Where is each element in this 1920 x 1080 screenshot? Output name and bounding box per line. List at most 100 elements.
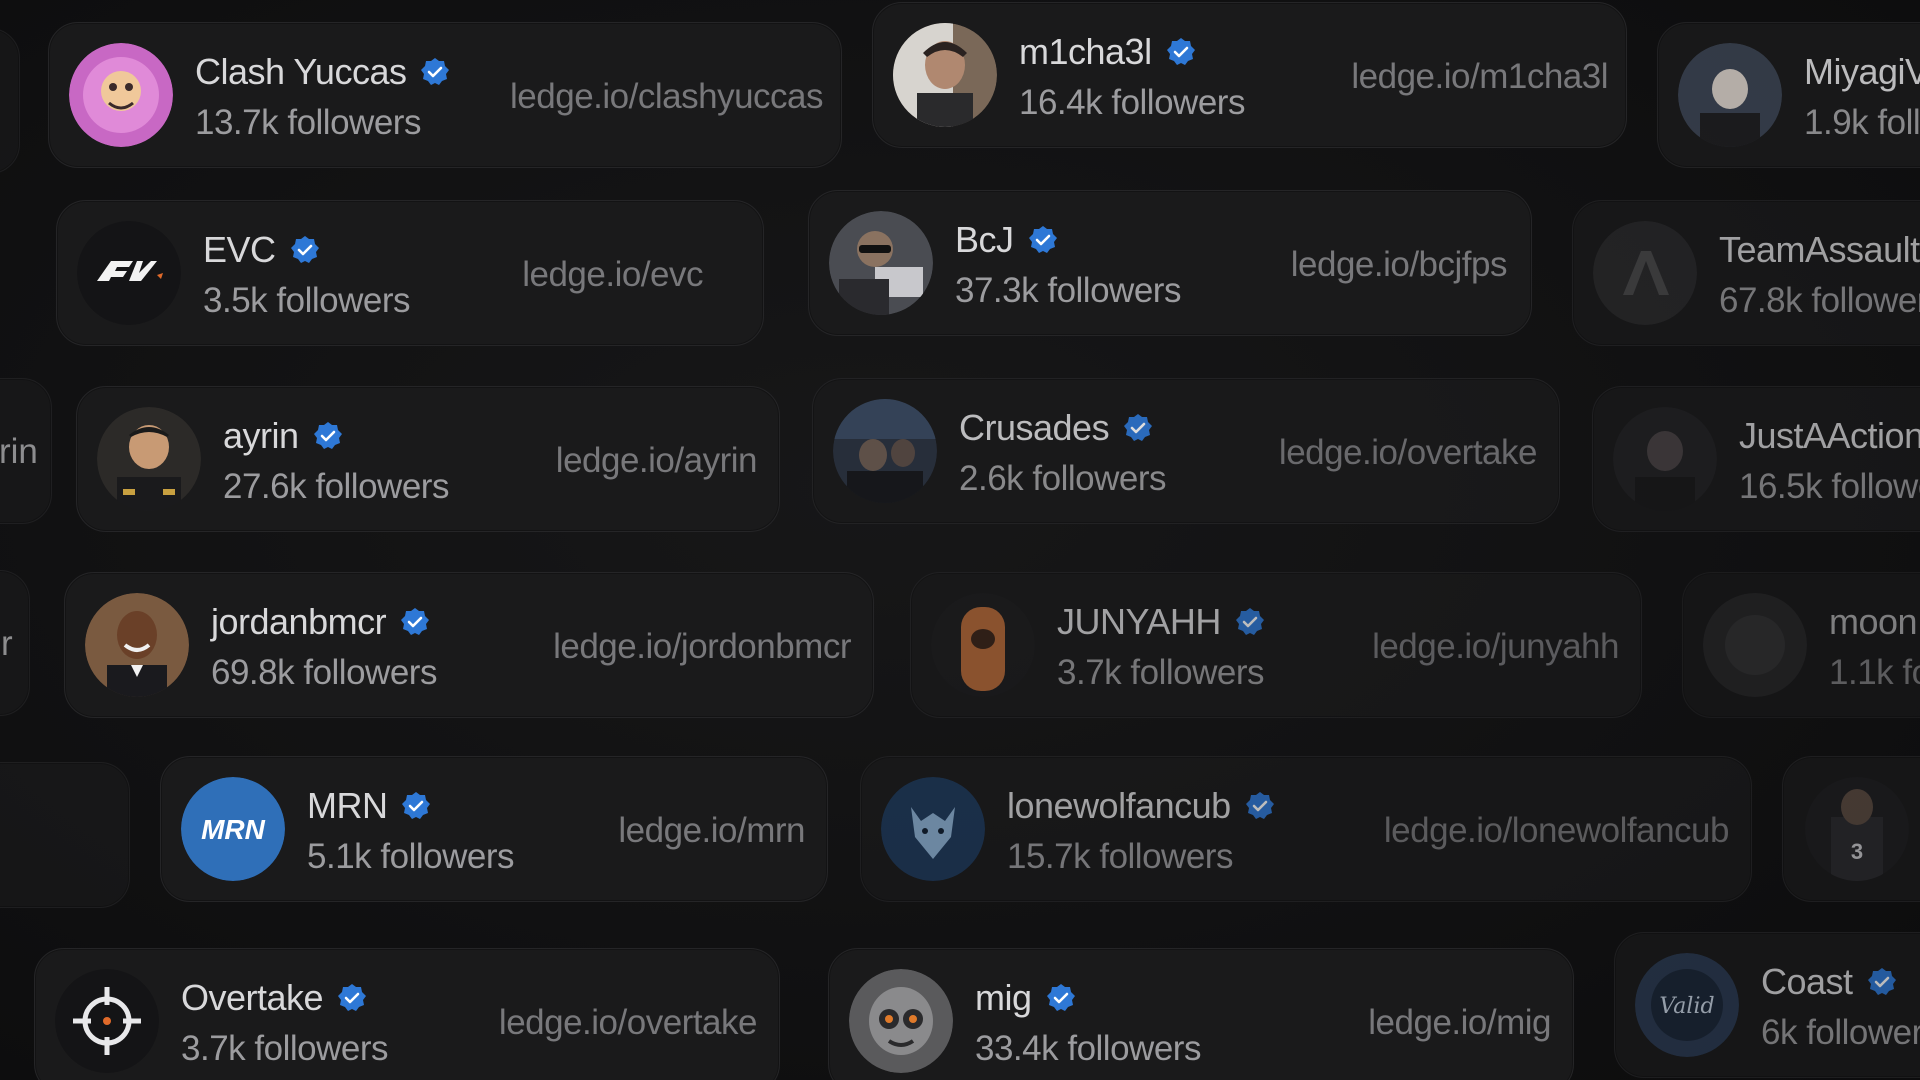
lonewolfancub-wolf-icon [881, 777, 985, 881]
avatar [881, 777, 985, 881]
profile-name: Clash Yuccas [195, 51, 450, 93]
profile-card-miyagi[interactable]: MiyagiV 1.9k follo [1657, 22, 1920, 168]
teamassault-logo-icon [1593, 221, 1697, 325]
profile-card-mig[interactable]: mig 33.4k followers ledge.io/mig [828, 948, 1574, 1080]
profile-link[interactable]: ledge.io/mrn [618, 811, 805, 851]
profile-card-partial[interactable]: 3 [1782, 756, 1920, 902]
svg-text:Valid: Valid [1659, 994, 1714, 1019]
profile-card-partial[interactable] [0, 28, 20, 174]
follower-count: 67.8k follower [1719, 281, 1920, 320]
profile-name-text: Coast [1761, 961, 1853, 1002]
follower-count: 69.8k followers [211, 653, 437, 692]
profile-name: EVC [203, 229, 320, 271]
clashyuccas-avatar-icon [69, 43, 173, 147]
avatar [97, 407, 201, 511]
profile-link[interactable]: ledge.io/bcjfps [1291, 245, 1508, 285]
profile-name: lonewolfancub [1007, 785, 1275, 827]
profile-link[interactable]: ledge.io/overtake [499, 1003, 758, 1043]
profile-name-text: Crusades [959, 407, 1110, 448]
profile-card-crusades[interactable]: Crusades 2.6k followers ledge.io/overtak… [812, 378, 1560, 524]
follower-count: 16.5k followe [1739, 467, 1920, 506]
justaaction-avatar-icon [1613, 407, 1717, 511]
profile-card-mrn[interactable]: MRN MRN 5.1k followers ledge.io/mrn [160, 756, 828, 902]
profile-card-m1cha3l[interactable]: m1cha3l 16.4k followers ledge.io/m1cha3l [872, 2, 1627, 148]
jordanbmcr-avatar-icon [85, 593, 189, 697]
avatar [77, 221, 181, 325]
profile-card-partial-text: rin [0, 432, 38, 471]
profile-name: m1cha3l [1019, 31, 1196, 73]
mrn-logo-icon: MRN [181, 777, 285, 881]
verified-badge-icon [1235, 607, 1265, 637]
profile-name-text: MRN [307, 785, 388, 826]
profile-card-overtake[interactable]: Overtake 3.7k followers ledge.io/overtak… [34, 948, 780, 1080]
avatar [849, 969, 953, 1073]
profile-link[interactable]: ledge.io/jordonbmcr [553, 627, 851, 667]
follower-count: 27.6k followers [223, 467, 449, 506]
profile-link[interactable]: ledge.io/mig [1368, 1003, 1551, 1043]
profile-name: Overtake [181, 977, 367, 1019]
profile-card-jordanbmcr[interactable]: jordanbmcr 69.8k followers ledge.io/jord… [64, 572, 874, 718]
profile-name-text: Clash Yuccas [195, 51, 407, 92]
profile-name: BcJ [955, 219, 1058, 261]
avatar [833, 399, 937, 503]
avatar: 3 [1805, 777, 1909, 881]
profile-name: mig [975, 977, 1076, 1019]
profile-link[interactable]: ledge.io/lonewolfancub [1384, 811, 1730, 851]
profile-card-coast[interactable]: Valid Coast 6k follower [1614, 932, 1920, 1078]
verified-badge-icon [401, 791, 431, 821]
verified-badge-icon [1867, 967, 1897, 997]
avatar [931, 593, 1035, 697]
profile-card-lonewolfancub[interactable]: lonewolfancub 15.7k followers ledge.io/l… [860, 756, 1752, 902]
verified-badge-icon [1046, 983, 1076, 1013]
profile-card-teamassault[interactable]: TeamAssault 67.8k follower [1572, 200, 1920, 346]
follower-count: 33.4k followers [975, 1029, 1201, 1068]
profile-link[interactable]: ledge.io/evc [522, 255, 703, 295]
miyagi-avatar-icon [1678, 43, 1782, 147]
profile-name-text: BcJ [955, 219, 1014, 260]
crosshair-logo-icon [55, 969, 159, 1073]
bcj-avatar-icon [829, 211, 933, 315]
profile-name: JUNYAHH [1057, 601, 1265, 643]
verified-badge-icon [1245, 791, 1275, 821]
profile-link[interactable]: ledge.io/clashyuccas [510, 77, 823, 117]
profile-link[interactable]: ledge.io/m1cha3l [1351, 57, 1608, 97]
verified-badge-icon [400, 607, 430, 637]
profile-link[interactable]: ledge.io/junyahh [1372, 627, 1619, 667]
follower-count: 1.9k follo [1804, 103, 1920, 142]
profile-card-justaaction[interactable]: JustAAction 16.5k followe [1592, 386, 1920, 532]
profile-card-ayrin[interactable]: ayrin 27.6k followers ledge.io/ayrin [76, 386, 780, 532]
profile-name: jordanbmcr [211, 601, 430, 643]
verified-badge-icon [1123, 413, 1153, 443]
junyahh-avatar-icon [931, 593, 1035, 697]
avatar: Valid [1635, 953, 1739, 1057]
profile-name-text: m1cha3l [1019, 31, 1152, 72]
profile-card-moon[interactable]: moon 1.1k fol [1682, 572, 1920, 718]
jersey-avatar-icon: 3 [1805, 777, 1909, 881]
follower-count: 2.6k followers [959, 459, 1166, 498]
profile-name-text: ayrin [223, 415, 299, 456]
verified-badge-icon [1028, 225, 1058, 255]
verified-badge-icon [290, 235, 320, 265]
profile-card-bcj[interactable]: BcJ 37.3k followers ledge.io/bcjfps [808, 190, 1532, 336]
avatar [893, 23, 997, 127]
profile-card-partial[interactable] [0, 762, 130, 908]
profile-name-text: Overtake [181, 977, 324, 1018]
follower-count: 15.7k followers [1007, 837, 1233, 876]
follower-count: 13.7k followers [195, 103, 421, 142]
verified-badge-icon [313, 421, 343, 451]
profile-card-junyahh[interactable]: JUNYAHH 3.7k followers ledge.io/junyahh [910, 572, 1642, 718]
profile-link[interactable]: ledge.io/overtake [1279, 433, 1538, 473]
follower-count: 3.7k followers [1057, 653, 1264, 692]
verified-badge-icon [420, 57, 450, 87]
profile-card-evc[interactable]: EVC 3.5k followers ledge.io/evc [56, 200, 764, 346]
profile-link[interactable]: ledge.io/ayrin [556, 441, 758, 481]
profile-card-partial[interactable]: r [0, 570, 30, 716]
profile-card-partial[interactable]: rin [0, 378, 52, 524]
verified-badge-icon [1166, 37, 1196, 67]
profile-name-text: mig [975, 977, 1032, 1018]
profile-name-text: moon [1829, 601, 1918, 642]
profile-card-clashyuccas[interactable]: Clash Yuccas 13.7k followers ledge.io/cl… [48, 22, 842, 168]
svg-text:3: 3 [1851, 839, 1863, 864]
profile-name: Crusades [959, 407, 1153, 449]
profile-name-text: TeamAssault [1719, 229, 1920, 270]
